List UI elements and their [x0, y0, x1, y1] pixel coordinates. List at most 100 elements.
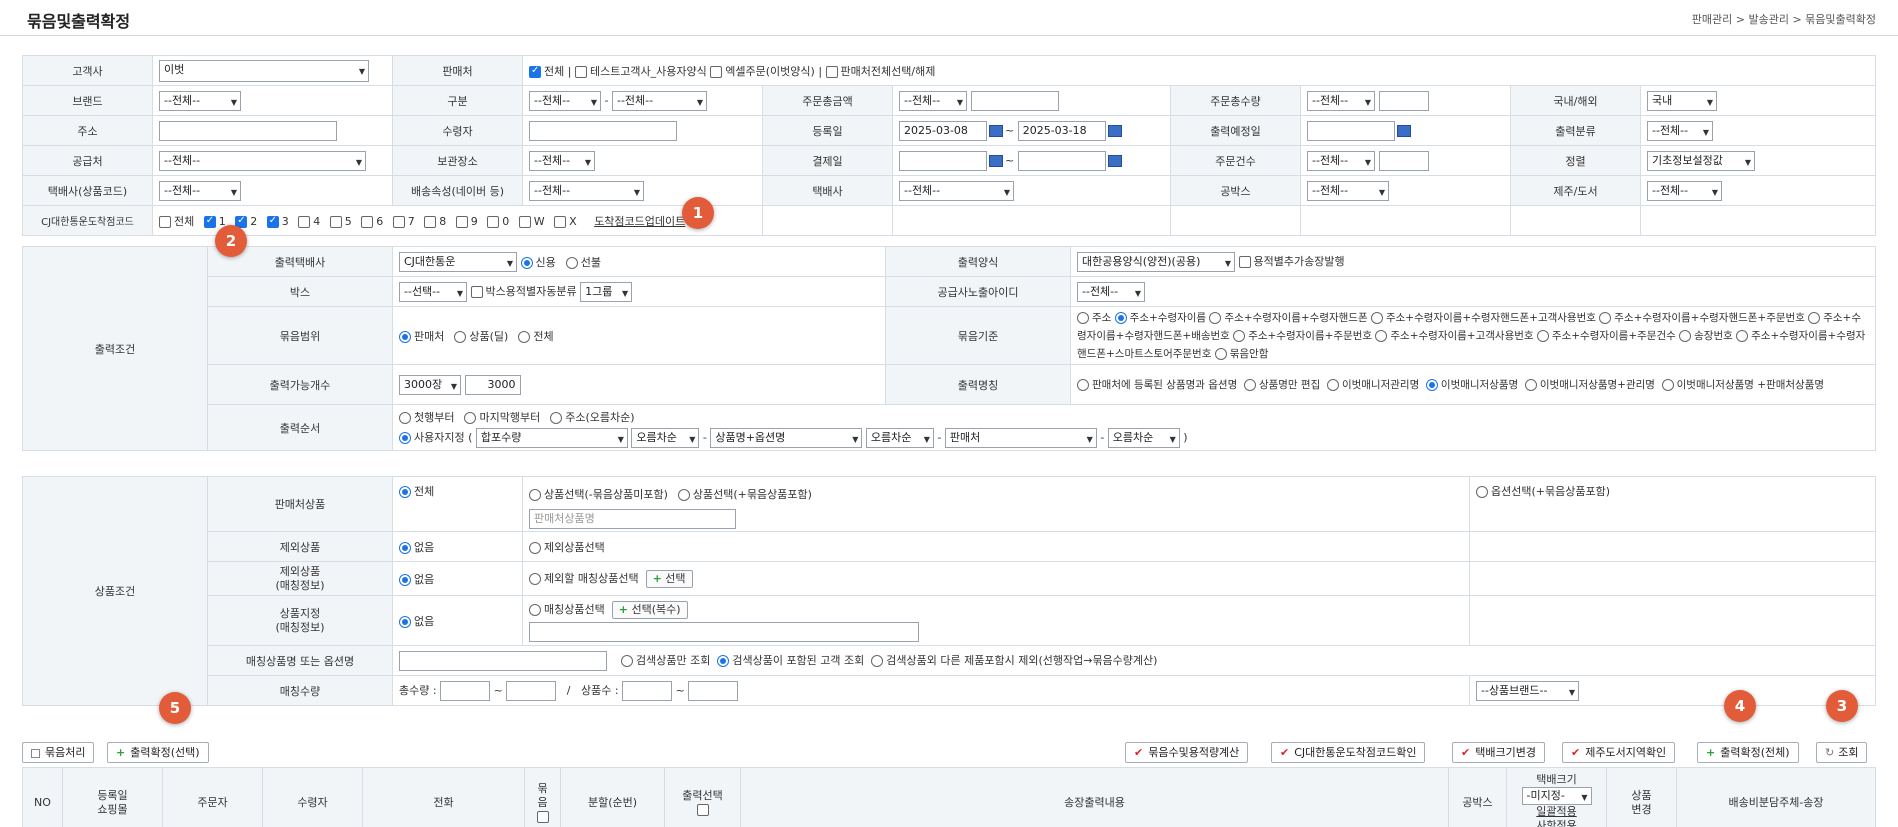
- format-select[interactable]: 대한공용양식(양전)(공용): [1077, 251, 1235, 272]
- size-change-button[interactable]: ✔ 택배크기변경: [1452, 742, 1545, 763]
- search-only-radio[interactable]: [621, 654, 633, 667]
- product-count-to[interactable]: [688, 680, 739, 701]
- ship-date-input[interactable]: [1307, 120, 1395, 141]
- bundle-all-checkbox[interactable]: [536, 810, 549, 823]
- name-radio[interactable]: [1243, 378, 1256, 391]
- cj-code-6-checkbox[interactable]: [361, 215, 374, 228]
- exclude-select-radio[interactable]: [529, 541, 541, 554]
- cj-code-4-checkbox[interactable]: [298, 215, 311, 228]
- cj-code-9-checkbox[interactable]: [455, 215, 468, 228]
- basis-radio[interactable]: [1736, 329, 1749, 342]
- search-excl-radio[interactable]: [871, 654, 884, 667]
- basis-radio[interactable]: [1599, 311, 1612, 324]
- total-qty-to[interactable]: [506, 680, 557, 701]
- cj-code-7-checkbox[interactable]: [392, 215, 405, 228]
- box-select[interactable]: --전체--: [1307, 180, 1389, 201]
- exclude-none-radio[interactable]: [399, 541, 411, 554]
- new-radio[interactable]: [520, 256, 533, 269]
- cj-check-button[interactable]: ✔ CJ대한통운도착점코드확인: [1271, 742, 1426, 763]
- name-radio[interactable]: [1326, 378, 1339, 391]
- search-incl-radio[interactable]: [717, 654, 730, 667]
- search-button[interactable]: ↻ 조회: [1816, 742, 1868, 763]
- basis-radio[interactable]: [1536, 329, 1549, 342]
- recipient-input[interactable]: [529, 120, 677, 141]
- cj-code-0-checkbox[interactable]: [487, 215, 500, 228]
- sort2-select[interactable]: 상품명+옵션명: [710, 427, 863, 448]
- seller-select-all-checkbox[interactable]: [825, 65, 838, 78]
- order-last-radio[interactable]: [464, 411, 477, 424]
- cj-code-3-checkbox[interactable]: [266, 215, 279, 228]
- order-count-input[interactable]: [1378, 150, 1429, 171]
- range-product-radio[interactable]: [454, 330, 467, 343]
- exclude-match-radio[interactable]: [529, 572, 541, 585]
- jeju-select[interactable]: --전체--: [1647, 180, 1722, 201]
- exclude-match-none-radio[interactable]: [399, 573, 411, 586]
- name-radio[interactable]: [1077, 378, 1089, 391]
- apply-link-2[interactable]: 사항적용: [1536, 819, 1576, 827]
- calendar-icon[interactable]: [989, 154, 1003, 167]
- basis-radio[interactable]: [1370, 311, 1383, 324]
- cj-code-1-checkbox[interactable]: [203, 215, 216, 228]
- division-select-1[interactable]: --전체--: [529, 90, 601, 111]
- order-amount-select[interactable]: --전체--: [899, 90, 967, 111]
- order-amount-input[interactable]: [970, 90, 1059, 111]
- dir3-select[interactable]: 오름차순: [1107, 427, 1180, 448]
- reg-date-from[interactable]: 2025-03-08: [899, 120, 987, 141]
- ship-category-select[interactable]: --전체--: [1647, 120, 1713, 141]
- designate-input[interactable]: [529, 621, 919, 642]
- basis-radio[interactable]: [1214, 347, 1227, 360]
- sort3-select[interactable]: 판매처: [944, 427, 1097, 448]
- cj-code-8-checkbox[interactable]: [424, 215, 437, 228]
- confirm-all-button[interactable]: + 출력확정(전체): [1697, 742, 1799, 763]
- output-count-select[interactable]: 3000장: [399, 374, 461, 395]
- seller-opt2-checkbox[interactable]: [710, 65, 723, 78]
- supplier-select[interactable]: --전체--: [159, 150, 366, 171]
- apply-link[interactable]: 일괄적용: [1536, 805, 1576, 818]
- division-select-2[interactable]: --전체--: [611, 90, 707, 111]
- order-qty-select[interactable]: --전체--: [1307, 90, 1375, 111]
- box-auto-checkbox[interactable]: [470, 285, 483, 298]
- reg-date-to[interactable]: 2025-03-18: [1017, 120, 1106, 141]
- seller-all-checkbox[interactable]: [529, 65, 541, 78]
- order-count-select[interactable]: --전체--: [1307, 150, 1375, 171]
- courier-select[interactable]: --전체--: [899, 180, 1014, 201]
- order-user-radio[interactable]: [399, 431, 411, 444]
- range-seller-radio[interactable]: [399, 330, 411, 343]
- product-option-radio[interactable]: [1476, 486, 1488, 498]
- sort1-select[interactable]: 합포수량: [475, 427, 628, 448]
- output-count-input[interactable]: 3000: [464, 374, 521, 395]
- order-qty-input[interactable]: [1378, 90, 1429, 111]
- total-qty-from[interactable]: [440, 680, 491, 701]
- basis-radio[interactable]: [1375, 329, 1388, 342]
- product-brand-select[interactable]: --상품브랜드--: [1476, 680, 1579, 701]
- basis-radio[interactable]: [1679, 329, 1692, 342]
- seller-opt1-checkbox[interactable]: [574, 65, 587, 78]
- seller-product-input[interactable]: 판매처상품명: [529, 509, 736, 529]
- calendar-icon[interactable]: [1107, 154, 1122, 167]
- customer-select[interactable]: 이벗: [159, 59, 369, 82]
- name-radio[interactable]: [1425, 378, 1438, 391]
- jeju-check-button[interactable]: ✔ 제주도서지역확인: [1562, 742, 1676, 763]
- dir2-select[interactable]: 오름차순: [865, 427, 934, 448]
- domestic-select[interactable]: 국내: [1647, 90, 1717, 111]
- output-courier-select[interactable]: CJ대한통운: [399, 251, 517, 272]
- calendar-icon[interactable]: [989, 124, 1003, 137]
- cj-code-w-checkbox[interactable]: [518, 215, 531, 228]
- name-radio[interactable]: [1524, 378, 1537, 391]
- product-incl-radio[interactable]: [677, 489, 690, 501]
- product-all-radio[interactable]: [399, 486, 411, 498]
- cj-code-x-checkbox[interactable]: [554, 215, 567, 228]
- designate-select-button[interactable]: + 선택(복수): [611, 600, 688, 619]
- basis-radio[interactable]: [1209, 311, 1222, 324]
- courier-product-select[interactable]: --전체--: [159, 180, 241, 201]
- order-address-radio[interactable]: [550, 411, 563, 424]
- basis-radio[interactable]: [1077, 311, 1089, 324]
- address-input[interactable]: [159, 120, 337, 141]
- basis-radio[interactable]: [1233, 329, 1246, 342]
- basis-radio[interactable]: [1808, 311, 1821, 324]
- box-group-select[interactable]: 1그룹: [580, 281, 633, 302]
- range-all-radio[interactable]: [518, 330, 531, 343]
- prepaid-radio[interactable]: [565, 256, 578, 269]
- pay-date-to[interactable]: [1017, 150, 1106, 171]
- calendar-icon[interactable]: [1107, 124, 1122, 137]
